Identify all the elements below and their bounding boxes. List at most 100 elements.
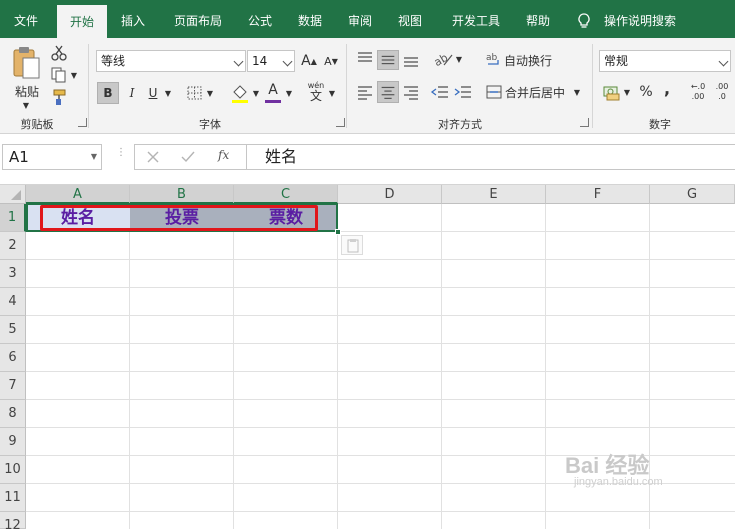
row-header-4[interactable]: 4 [0, 288, 26, 316]
underline-button[interactable]: U [144, 82, 162, 104]
font-name-dropdown[interactable]: 等线 [96, 50, 246, 72]
fill-color-icon[interactable] [230, 82, 250, 104]
underline-dropdown-caret[interactable]: ▼ [162, 82, 174, 104]
svg-text:ab: ab [432, 51, 450, 68]
cancel-icon[interactable] [146, 150, 160, 164]
number-format-dropdown[interactable]: 常规 [599, 50, 731, 72]
tab-formulas[interactable]: 公式 [238, 0, 282, 38]
font-size-dropdown[interactable]: 14 [247, 50, 295, 72]
row-header-11[interactable]: 11 [0, 484, 26, 512]
align-bottom-icon[interactable] [401, 50, 421, 68]
clipboard-launcher-icon[interactable] [78, 118, 87, 127]
tab-help[interactable]: 帮助 [516, 0, 560, 38]
up-triangle-icon: ▲ [310, 56, 317, 66]
italic-button[interactable]: I [123, 82, 141, 104]
formula-bar-grip[interactable]: ⋮ [116, 148, 126, 163]
paste-icon[interactable] [8, 46, 44, 82]
row-header-7[interactable]: 7 [0, 372, 26, 400]
tab-page-layout[interactable]: 页面布局 [162, 0, 234, 38]
copy-icon[interactable] [50, 66, 68, 84]
accounting-dropdown-caret[interactable]: ▼ [622, 84, 632, 100]
increase-indent-icon[interactable] [453, 82, 473, 102]
cut-icon[interactable] [50, 44, 68, 62]
wrap-text-button[interactable]: 自动换行 [504, 52, 556, 68]
column-header-c[interactable]: C [234, 185, 338, 204]
column-header-e[interactable]: E [442, 185, 546, 204]
tell-me-search[interactable]: 操作说明搜索 [598, 0, 682, 38]
align-center-icon[interactable] [377, 81, 399, 103]
phonetic-guide-button[interactable]: wén 文 [306, 80, 326, 104]
decrease-decimal-button[interactable]: .00 .0 [712, 80, 732, 104]
name-box-dropdown-caret[interactable]: ▼ [91, 145, 97, 169]
tab-view[interactable]: 视图 [388, 0, 432, 38]
font-color-button[interactable]: A [264, 80, 282, 100]
paste-options-button[interactable] [341, 235, 363, 255]
row-header-12[interactable]: 12 [0, 512, 26, 529]
merge-center-icon[interactable] [485, 83, 503, 101]
clipboard-group-label: 剪贴板 [20, 118, 54, 131]
enter-checkmark-icon[interactable] [180, 150, 196, 164]
align-top-icon[interactable] [355, 50, 375, 68]
column-header-a[interactable]: A [26, 185, 130, 204]
tab-data[interactable]: 数据 [288, 0, 332, 38]
tab-home[interactable]: 开始 [57, 5, 107, 38]
tab-review[interactable]: 审阅 [338, 0, 382, 38]
paste-dropdown-caret[interactable]: ▼ [18, 100, 34, 110]
merge-center-button[interactable]: 合并后居中 [505, 84, 569, 100]
select-all-corner[interactable] [0, 185, 26, 204]
align-middle-icon[interactable] [377, 50, 399, 70]
column-header-f[interactable]: F [546, 185, 650, 204]
font-color-dropdown-caret[interactable]: ▼ [284, 82, 294, 104]
tab-insert[interactable]: 插入 [110, 0, 156, 38]
increase-decimal-top: ←.0 [690, 82, 706, 91]
row-header-1[interactable]: 1 [0, 204, 26, 232]
annotation-red-box [40, 205, 318, 231]
percent-style-button[interactable]: % [637, 82, 655, 102]
font-launcher-icon[interactable] [336, 118, 345, 127]
chevron-down-icon [233, 56, 244, 67]
accounting-format-icon[interactable] [602, 82, 622, 102]
formula-input[interactable]: 姓名 [246, 144, 735, 170]
tab-file[interactable]: 文件 [0, 0, 52, 38]
copy-dropdown-caret[interactable]: ▼ [70, 70, 78, 80]
row-header-6[interactable]: 6 [0, 344, 26, 372]
comma-style-button[interactable]: , [660, 78, 674, 98]
align-left-icon[interactable] [355, 82, 375, 102]
down-triangle-icon: ▼ [331, 56, 338, 66]
grow-font-button[interactable]: A ▲ [300, 52, 318, 70]
orientation-dropdown-caret[interactable]: ▼ [454, 52, 464, 66]
row-header-2[interactable]: 2 [0, 232, 26, 260]
row-header-9[interactable]: 9 [0, 428, 26, 456]
insert-function-button[interactable]: fx [218, 148, 234, 166]
chevron-down-icon [718, 56, 729, 67]
paste-button[interactable]: 粘贴 [10, 82, 44, 100]
decrease-decimal-bottom: .0 [718, 92, 726, 101]
increase-decimal-button[interactable]: ←.0 .00 [688, 80, 708, 104]
column-header-b[interactable]: B [130, 185, 234, 204]
fill-color-dropdown-caret[interactable]: ▼ [251, 82, 261, 104]
shrink-font-button[interactable]: A ▼ [322, 52, 340, 70]
alignment-launcher-icon[interactable] [580, 118, 589, 127]
font-color-bar [265, 100, 281, 103]
name-box[interactable]: A1 ▼ [2, 144, 102, 170]
borders-dropdown-caret[interactable]: ▼ [205, 82, 215, 104]
row-header-8[interactable]: 8 [0, 400, 26, 428]
row-header-5[interactable]: 5 [0, 316, 26, 344]
row-header-3[interactable]: 3 [0, 260, 26, 288]
merge-dropdown-caret[interactable]: ▼ [572, 84, 582, 100]
wrap-text-icon[interactable]: ab [486, 50, 502, 68]
align-right-icon[interactable] [401, 82, 421, 102]
bold-button[interactable]: B [97, 82, 119, 104]
tab-developer[interactable]: 开发工具 [442, 0, 510, 38]
decrease-indent-icon[interactable] [430, 82, 450, 102]
row-header-10[interactable]: 10 [0, 456, 26, 484]
format-painter-icon[interactable] [50, 88, 68, 106]
font-group-label: 字体 [199, 118, 221, 131]
column-header-d[interactable]: D [338, 185, 442, 204]
column-header-g[interactable]: G [650, 185, 735, 204]
borders-icon[interactable] [186, 85, 204, 101]
grow-font-letter: A [301, 53, 311, 69]
font-size-value: 14 [252, 54, 268, 68]
phonetic-dropdown-caret[interactable]: ▼ [327, 82, 337, 104]
orientation-icon[interactable]: ab [432, 50, 454, 68]
